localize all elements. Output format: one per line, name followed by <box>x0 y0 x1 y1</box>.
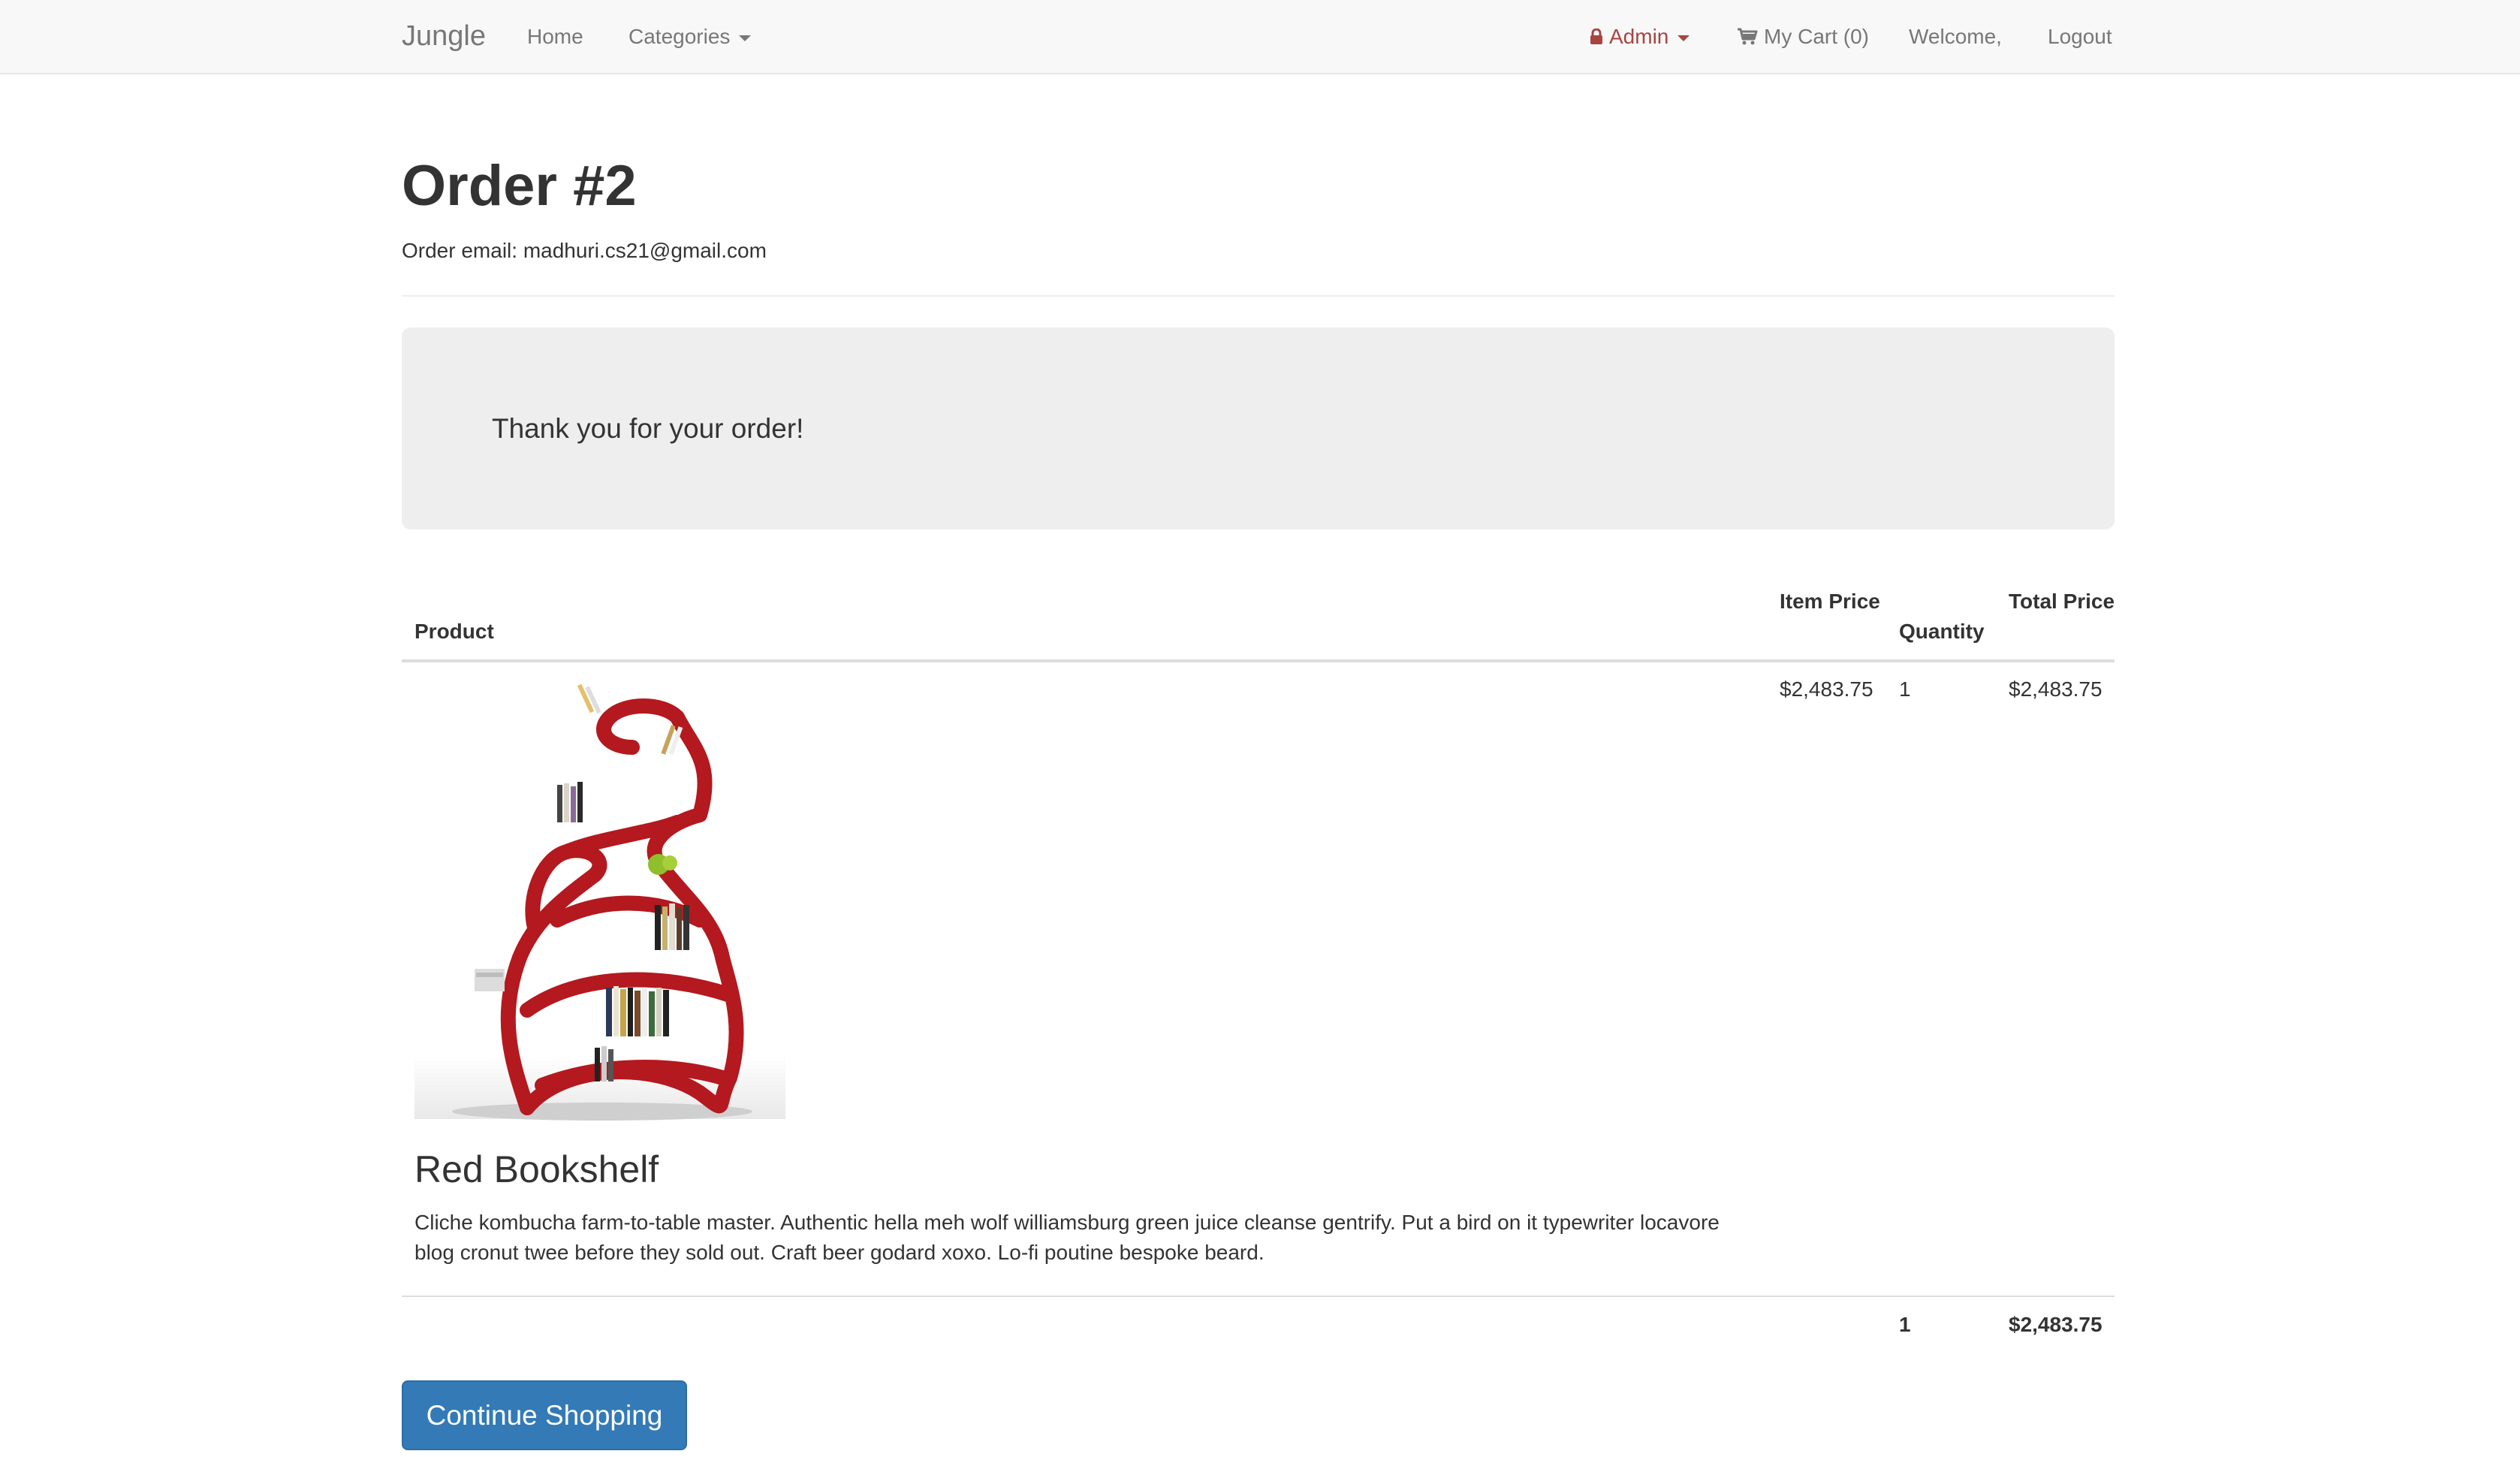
welcome-text: Welcome, <box>1909 24 2002 48</box>
column-header-total-price: Total Price <box>2009 590 2115 613</box>
caret-down-icon <box>739 35 752 41</box>
top-navbar: Jungle Home Categories Admin My Cart (0)… <box>0 0 2520 74</box>
continue-shopping-button[interactable]: Continue Shopping <box>402 1380 687 1450</box>
row-item-price: $2,483.75 <box>1780 677 1873 701</box>
thank-you-message: Thank you for your order! <box>492 412 804 444</box>
nav-cart-label: My Cart (0) <box>1764 24 1869 48</box>
footer-grand-total: $2,483.75 <box>2009 1313 2103 1336</box>
product-image-red-bookshelf <box>414 672 785 1123</box>
table-header-rule <box>402 659 2115 662</box>
shopping-cart-icon <box>1737 28 1758 46</box>
page-title: Order #2 <box>402 154 637 218</box>
footer-total-quantity: 1 <box>1899 1313 1911 1336</box>
brand-link[interactable]: Jungle <box>402 0 486 73</box>
nav-admin-dropdown[interactable]: Admin <box>1590 0 1690 73</box>
thank-you-panel: Thank you for your order! <box>402 327 2115 529</box>
nav-cart-link[interactable]: My Cart (0) <box>1737 0 1869 73</box>
table-footer-rule <box>402 1296 2115 1297</box>
header-divider <box>402 295 2115 297</box>
row-quantity: 1 <box>1899 677 1911 701</box>
row-total-price: $2,483.75 <box>2009 677 2103 701</box>
product-description: Cliche kombucha farm-to-table master. Au… <box>414 1211 1720 1264</box>
product-name: Red Bookshelf <box>414 1148 659 1190</box>
caret-down-icon <box>1677 35 1690 41</box>
nav-categories-dropdown[interactable]: Categories <box>628 0 752 73</box>
column-header-product: Product <box>414 620 494 643</box>
nav-home-link[interactable]: Home <box>527 0 583 73</box>
nav-categories-label: Categories <box>628 24 731 48</box>
column-header-quantity: Quantity <box>1899 620 1985 643</box>
lock-icon <box>1590 28 1603 45</box>
column-header-item-price: Item Price <box>1780 590 1880 613</box>
logout-link[interactable]: Logout <box>2048 0 2112 73</box>
nav-admin-label: Admin <box>1609 24 1669 48</box>
order-email: Order email: madhuri.cs21@gmail.com <box>402 239 767 262</box>
